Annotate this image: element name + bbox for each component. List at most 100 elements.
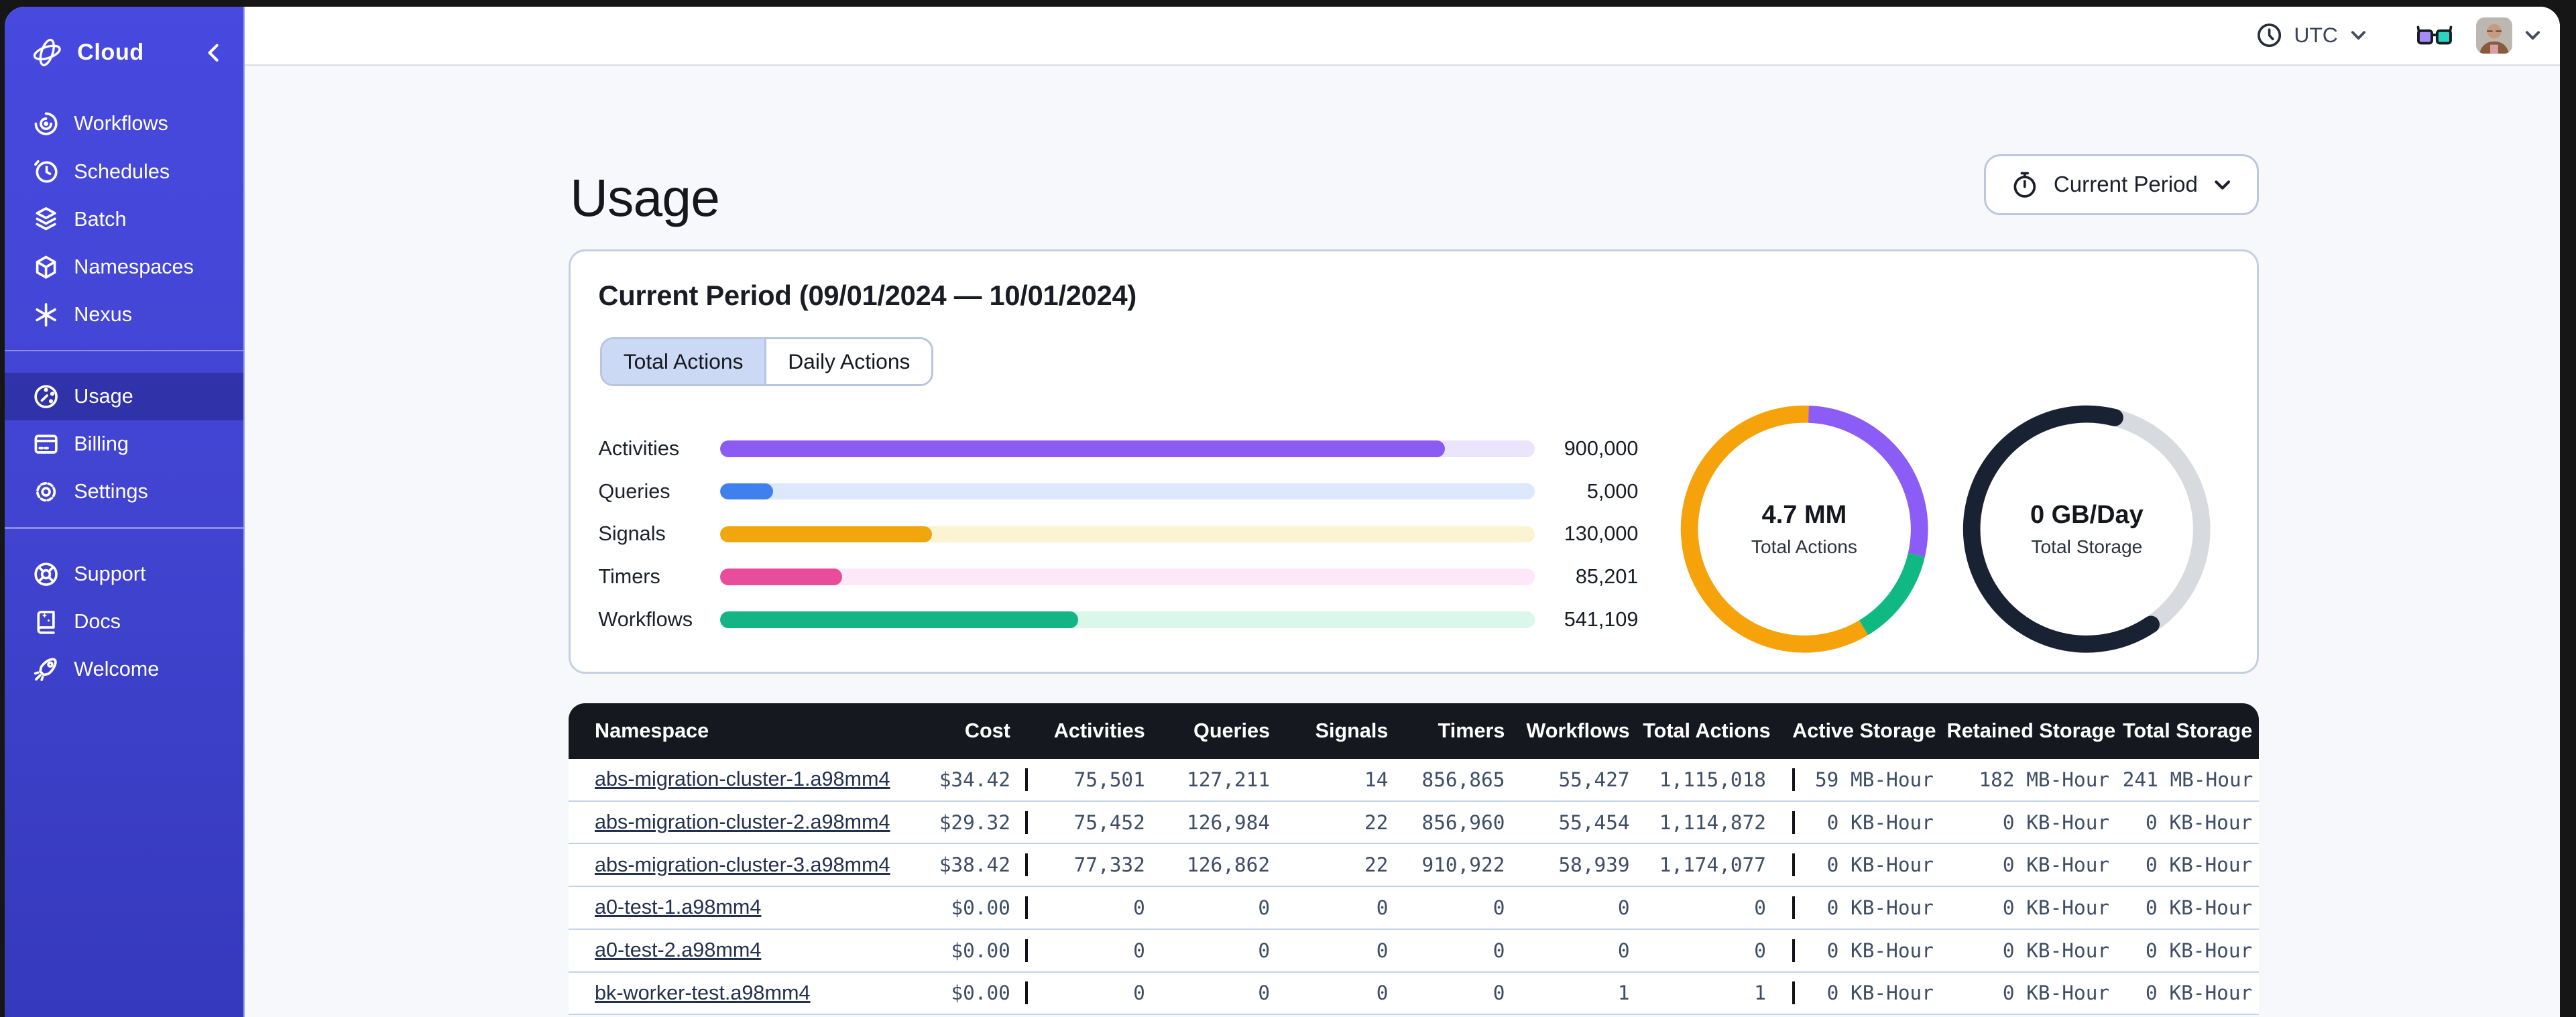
table-cell-cost: $0.00	[951, 981, 1010, 1005]
bar-value: 130,000	[1564, 522, 1639, 546]
table-cell-timers: 856,960	[1421, 811, 1505, 834]
user-menu-button[interactable]	[2524, 26, 2542, 44]
bar-label: Activities	[598, 436, 680, 460]
table-cell-active-storage: 0 KB-Hour	[1792, 939, 1946, 962]
table-cell-activities: 0	[1024, 896, 1158, 919]
column-header-cost: Cost	[964, 719, 1010, 742]
sidebar-brand[interactable]: Cloud	[5, 26, 243, 78]
table-row: abs-migration-cluster-1.a98mm4 $34.42 75,5…	[568, 759, 2260, 802]
collapse-sidebar-icon[interactable]	[204, 43, 223, 62]
sidebar-item-schedules[interactable]: Schedules	[5, 147, 243, 195]
timezone-selector[interactable]: UTC	[2256, 22, 2367, 48]
table-cell-cost: $38.42	[939, 853, 1010, 877]
table-cell-retained-storage: 0 KB-Hour	[2002, 811, 2110, 834]
user-avatar[interactable]	[2475, 17, 2512, 54]
timezone-label: UTC	[2294, 23, 2338, 48]
table-cell-total-actions: 0	[1754, 896, 1766, 919]
table-cell-timers: 910,922	[1421, 853, 1505, 877]
table-header-row: Namespace Cost Activities Queries Signals Tim…	[568, 703, 2260, 759]
chevron-down-icon	[2524, 26, 2542, 44]
settings-icon	[33, 479, 59, 505]
donut-label: Total Storage	[2031, 536, 2143, 558]
table-cell-namespace: a0-test-2.a98mm4	[569, 939, 907, 962]
tab-total-actions[interactable]: Total Actions	[601, 339, 765, 385]
table-cell-timers: 856,865	[1421, 768, 1505, 791]
namespace-link[interactable]: a0-test-1.a98mm4	[595, 896, 761, 918]
column-header-timers: Timers	[1438, 719, 1505, 742]
table-cell-cost: $29.32	[939, 811, 1010, 834]
namespace-usage-table: Namespace Cost Activities Queries Signals Tim…	[568, 703, 2260, 1016]
sidebar-item-label: Schedules	[74, 160, 170, 183]
sidebar-item-welcome[interactable]: Welcome	[5, 646, 243, 693]
table-cell-retained-storage: 182 MB-Hour	[1979, 768, 2110, 791]
card-title: Current Period (09/01/2024 — 10/01/2024)	[598, 280, 1137, 312]
bar-label: Queries	[598, 479, 670, 503]
table-cell-signals: 0	[1376, 896, 1389, 919]
table-cell-activities: 75,452	[1024, 811, 1158, 834]
feedback-glasses-button[interactable]	[2416, 24, 2453, 47]
bar-value: 5,000	[1586, 479, 1639, 503]
bar-track	[719, 440, 1535, 457]
bar-row-signals: Signals 130,000	[598, 513, 1638, 556]
namespaces-icon	[33, 254, 59, 280]
sidebar-item-label: Nexus	[74, 302, 132, 326]
table-cell-timers: 0	[1492, 939, 1505, 962]
sidebar-item-batch[interactable]: Batch	[5, 196, 243, 243]
column-header-namespace: Namespace	[594, 719, 709, 742]
table-cell-total-storage: 0 KB-Hour	[2145, 981, 2253, 1005]
sidebar-item-usage[interactable]: Usage	[5, 373, 244, 421]
table-cell-total-storage: 0 KB-Hour	[2145, 811, 2253, 834]
column-header-active-storage: Active Storage	[1792, 719, 1936, 742]
bar-row-workflows: Workflows 541,109	[598, 598, 1638, 641]
table-cell-namespace: abs-migration-cluster-1.a98mm4	[569, 768, 907, 791]
table-cell-active-storage: 0 KB-Hour	[1792, 853, 1946, 877]
namespace-link[interactable]: a0-test-2.a98mm4	[595, 939, 761, 961]
sidebar-item-nexus[interactable]: Nexus	[5, 291, 243, 339]
tab-daily-actions[interactable]: Daily Actions	[764, 339, 932, 385]
period-selector-button[interactable]: Current Period	[1984, 154, 2260, 215]
table-cell-cost: $0.00	[951, 896, 1010, 919]
sidebar-item-docs[interactable]: Docs	[5, 598, 243, 646]
namespace-link[interactable]: abs-migration-cluster-3.a98mm4	[595, 853, 890, 876]
sidebar-item-label: Docs	[74, 609, 121, 633]
table-row: a0-test-1.a98mm4 $0.00 0 0 0 0 0 0 0 KB-Hour 0 KB…	[568, 887, 2260, 930]
current-period-card: Current Period (09/01/2024 — 10/01/2024)…	[568, 249, 2260, 674]
table-row: a0-test-2.a98mm4 $0.00 0 0 0 0 0 0 0 KB-Hour 0 KB…	[568, 929, 2260, 973]
table-cell-retained-storage: 0 KB-Hour	[2002, 853, 2110, 877]
bar-fill	[719, 569, 843, 585]
sidebar-divider	[5, 527, 244, 529]
usage-bar-chart: Activities 900,000 Queries 5,000 Signals 130,…	[598, 428, 1638, 642]
sidebar-item-label: Namespaces	[74, 255, 194, 278]
actions-tabs: Total Actions Daily Actions	[599, 337, 934, 387]
sidebar-item-settings[interactable]: Settings	[5, 468, 243, 516]
sidebar-item-label: Settings	[74, 480, 148, 503]
bar-value: 541,109	[1564, 607, 1639, 631]
namespace-link[interactable]: abs-migration-cluster-1.a98mm4	[595, 768, 890, 790]
table-cell-activities: 77,332	[1024, 853, 1158, 877]
table-cell-total-storage: 241 MB-Hour	[2122, 768, 2253, 791]
table-cell-retained-storage: 0 KB-Hour	[2002, 896, 2110, 919]
glasses-icon	[2416, 24, 2453, 47]
sidebar-item-namespaces[interactable]: Namespaces	[5, 243, 243, 291]
brand-label: Cloud	[77, 39, 144, 65]
namespace-link[interactable]: abs-migration-cluster-2.a98mm4	[595, 811, 890, 833]
main-content: Usage Current Period Current Period (09/…	[245, 66, 2560, 1017]
table-cell-namespace: abs-migration-cluster-2.a98mm4	[569, 811, 907, 834]
bar-fill	[719, 611, 1079, 628]
table-cell-total-actions: 1,115,018	[1659, 768, 1766, 791]
namespace-link[interactable]: bk-worker-test.a98mm4	[595, 981, 811, 1004]
table-cell-workflows: 1	[1617, 981, 1630, 1005]
sidebar: Cloud Workflows Schedules Batch Namespaces N…	[5, 6, 245, 1017]
sidebar-item-support[interactable]: Support	[5, 550, 243, 598]
table-cell-signals: 22	[1364, 811, 1389, 834]
table-cell-activities: 0	[1024, 939, 1158, 962]
bar-row-timers: Timers 85,201	[598, 556, 1638, 599]
desktop-backdrop: Cloud Workflows Schedules Batch Namespaces N…	[0, 0, 2576, 1017]
sidebar-item-billing[interactable]: Billing	[5, 420, 243, 468]
bar-value: 85,201	[1575, 565, 1639, 589]
sidebar-item-workflows[interactable]: Workflows	[5, 100, 243, 147]
table-cell-workflows: 0	[1617, 896, 1630, 919]
billing-icon	[33, 431, 59, 457]
bar-track	[719, 611, 1535, 628]
donut-value: 4.7 MM	[1761, 500, 1847, 529]
